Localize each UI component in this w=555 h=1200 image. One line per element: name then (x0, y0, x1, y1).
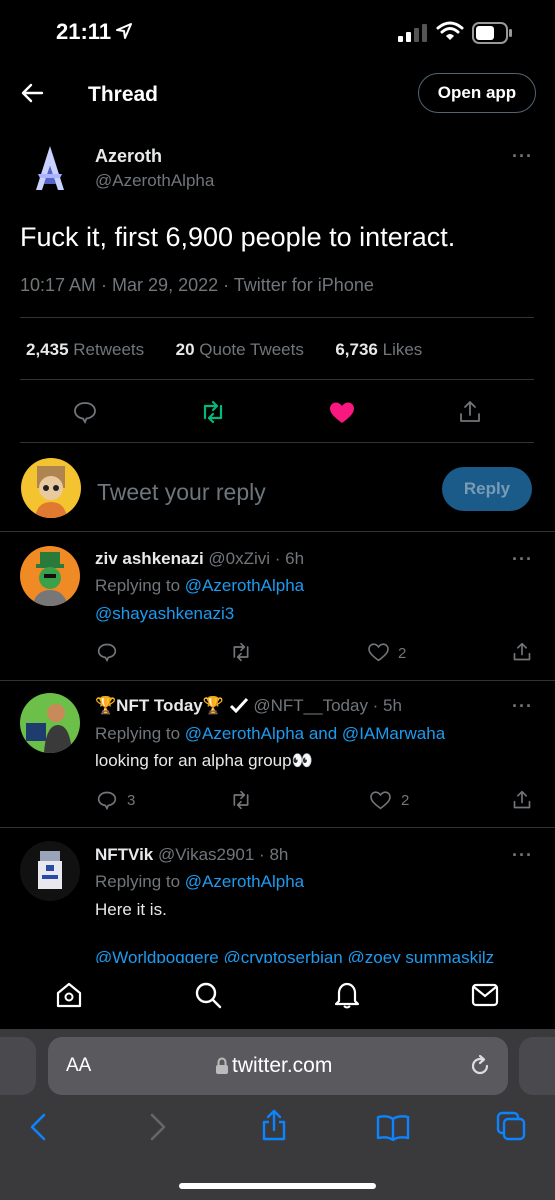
browser-forward-icon[interactable] (148, 1113, 168, 1141)
status-time: 21:11 (56, 19, 112, 44)
address-bar[interactable]: AA twitter.com (48, 1037, 508, 1095)
reply-handle-time[interactable]: @0xZivi · 6h (208, 549, 304, 568)
replying-to-link[interactable]: @AzerothAlpha and @IAMarwaha (185, 724, 445, 743)
more-options-icon[interactable]: ··· (512, 549, 533, 570)
my-avatar[interactable] (21, 458, 81, 518)
reply-author-name[interactable]: ziv ashkenazi (95, 549, 204, 568)
reply-mentions[interactable]: @Worldpoggere @cryptoserbian @zoey summa… (95, 948, 494, 963)
retweet-icon[interactable] (230, 790, 252, 810)
more-options-icon[interactable]: ··· (512, 696, 533, 717)
cellular-signal-icon (398, 24, 427, 42)
reply-body[interactable]: @shayashkenazi3 (95, 604, 234, 624)
user-avatar-icon (32, 552, 68, 606)
back-arrow-icon[interactable] (20, 82, 44, 104)
more-options-icon[interactable]: ··· (512, 845, 533, 866)
reply-header: 🏆NFT Today🏆 @NFT__Today · 5h (95, 696, 402, 716)
user-avatar-icon (35, 466, 67, 518)
reply-avatar[interactable] (20, 841, 80, 901)
reply-icon[interactable] (73, 400, 97, 424)
location-arrow-icon (116, 23, 132, 39)
replying-to: Replying to @AzerothAlpha and @IAMarwaha (95, 724, 446, 743)
search-icon[interactable] (194, 981, 222, 1009)
reload-icon[interactable] (468, 1054, 492, 1078)
verified-badge-icon (229, 697, 248, 714)
likes-stat[interactable]: 6,736 Likes (335, 340, 422, 359)
retweet-icon[interactable] (230, 642, 252, 662)
retweets-stat[interactable]: 2,435 Retweets (26, 340, 144, 359)
share-icon[interactable] (458, 400, 482, 424)
replying-to-link[interactable]: @AzerothAlpha (185, 872, 304, 891)
tweet-meta: 10:17 AM · Mar 29, 2022 · Twitter for iP… (20, 275, 374, 295)
adjacent-tab-left[interactable] (0, 1037, 36, 1095)
quotes-stat[interactable]: 20 Quote Tweets (176, 340, 304, 359)
reply-author-name[interactable]: NFTVik (95, 845, 153, 864)
browser-back-icon[interactable] (28, 1113, 48, 1141)
status-bar: 21:11 (0, 0, 555, 62)
user-avatar-icon (38, 851, 62, 889)
reply-author-name[interactable]: 🏆NFT Today🏆 (95, 696, 224, 715)
retweet-icon[interactable] (200, 400, 226, 424)
reply-icon[interactable] (97, 642, 117, 662)
thread-header: Thread Open app (0, 62, 555, 124)
reply-tweet[interactable]: ziv ashkenazi @0xZivi · 6h ··· Replying … (0, 532, 555, 680)
bottom-nav (0, 963, 555, 1029)
replying-to: Replying to @AzerothAlpha (95, 872, 305, 891)
home-indicator (179, 1183, 376, 1189)
azeroth-logo-icon (36, 146, 64, 190)
reply-icon[interactable] (97, 790, 117, 810)
replying-to: Replying to @AzerothAlpha (95, 576, 305, 595)
bookmarks-book-icon[interactable] (376, 1113, 410, 1141)
notifications-bell-icon[interactable] (333, 980, 361, 1010)
replying-to-link[interactable]: @AzerothAlpha (185, 576, 304, 595)
user-avatar-icon (26, 704, 72, 753)
home-icon[interactable] (55, 981, 83, 1009)
reply-handle-time[interactable]: @NFT__Today · 5h (253, 696, 402, 715)
reply-body: Here it is. (95, 900, 167, 919)
more-options-icon[interactable]: ··· (512, 146, 533, 167)
like-icon[interactable] (370, 791, 391, 810)
reply-avatar[interactable] (20, 546, 80, 606)
browser-share-icon[interactable] (260, 1108, 288, 1142)
share-icon[interactable] (512, 642, 532, 662)
divider (20, 317, 534, 318)
open-app-button[interactable]: Open app (418, 73, 536, 113)
reply-button[interactable]: Reply (442, 467, 532, 511)
page-title: Thread (88, 83, 159, 106)
wifi-icon (436, 21, 464, 40)
like-count: 2 (398, 645, 407, 662)
tweet-text: Fuck it, first 6,900 people to interact. (20, 222, 456, 252)
reply-body: looking for an alpha group👀 (95, 751, 313, 770)
divider (20, 379, 534, 380)
messages-mail-icon[interactable] (471, 983, 499, 1007)
reply-count: 3 (127, 792, 136, 809)
url-text[interactable]: twitter.com (232, 1054, 332, 1078)
reply-tweet[interactable]: NFTVik @Vikas2901 · 8h ··· Replying to @… (0, 828, 555, 963)
reply-avatar[interactable] (20, 693, 80, 753)
like-icon[interactable] (368, 643, 389, 662)
reply-header: NFTVik @Vikas2901 · 8h (95, 845, 288, 865)
adjacent-tab-right[interactable] (519, 1037, 555, 1095)
author-avatar[interactable] (20, 140, 80, 200)
author-name[interactable]: Azeroth (95, 146, 162, 167)
reply-input[interactable]: Tweet your reply (97, 479, 266, 506)
like-count: 2 (401, 792, 410, 809)
tweet-stats: 2,435 Retweets 20 Quote Tweets 6,736 Lik… (26, 340, 422, 360)
like-icon[interactable] (329, 401, 355, 425)
reply-header: ziv ashkenazi @0xZivi · 6h (95, 549, 304, 569)
reader-aa-button[interactable]: AA (66, 1055, 91, 1077)
lock-icon (216, 1057, 228, 1074)
divider (20, 442, 534, 443)
reply-tweet[interactable]: 🏆NFT Today🏆 @NFT__Today · 5h ··· Replyin… (0, 681, 555, 827)
battery-icon (472, 22, 512, 44)
tabs-icon[interactable] (496, 1111, 526, 1141)
share-icon[interactable] (512, 790, 532, 810)
author-handle[interactable]: @AzerothAlpha (95, 171, 214, 191)
reply-handle-time[interactable]: @Vikas2901 · 8h (158, 845, 288, 864)
